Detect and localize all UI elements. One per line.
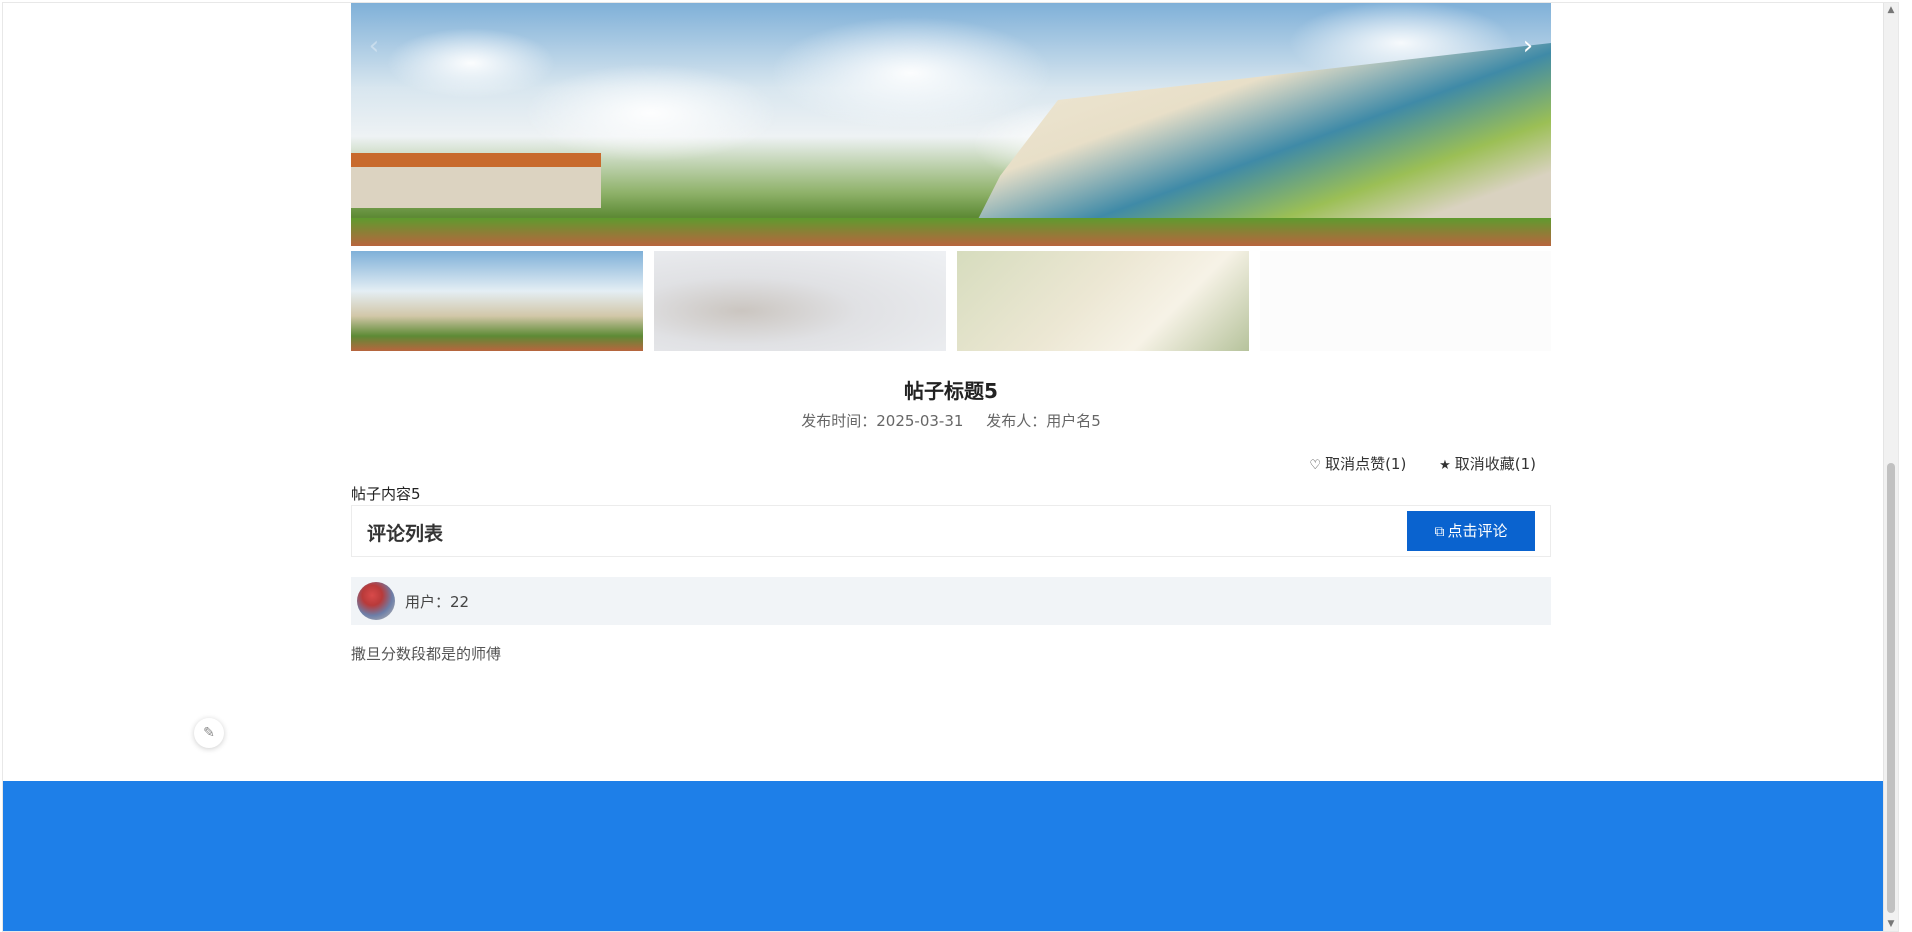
carousel-image-building xyxy=(351,153,601,208)
unfavorite-label: 取消收藏(1) xyxy=(1454,455,1536,473)
floating-edit-icon[interactable]: ✎ xyxy=(194,718,224,748)
unlike-label: 取消点赞(1) xyxy=(1325,455,1407,473)
page-scrollbar[interactable]: ▲ ▼ xyxy=(1883,3,1898,931)
edit-icon: ⧉ xyxy=(1434,524,1445,540)
carousel-image-field xyxy=(351,218,1551,246)
post-title: 帖子标题5 xyxy=(904,379,998,403)
comment-list-title: 评论列表 xyxy=(367,523,444,545)
thumbnail-stadium[interactable] xyxy=(351,251,643,351)
comment-text: 撒旦分数段都是的师傅 xyxy=(351,645,502,663)
add-comment-button[interactable]: ⧉ 点击评论 xyxy=(1407,511,1535,551)
post-actions: ♡ 取消点赞(1) ★ 取消收藏(1) xyxy=(351,453,1551,473)
carousel-prev-icon[interactable]: ‹ xyxy=(359,31,389,61)
thumbnail-blank[interactable] xyxy=(1260,251,1551,351)
carousel-next-icon[interactable]: › xyxy=(1513,31,1543,61)
post-meta: 发布时间：2025-03-31 发布人：用户名5 xyxy=(351,411,1551,431)
unlike-button[interactable]: ♡ 取消点赞(1) xyxy=(1309,455,1411,473)
footer xyxy=(3,781,1898,931)
unfavorite-button[interactable]: ★ 取消收藏(1) xyxy=(1439,455,1536,473)
scroll-down-icon[interactable]: ▼ xyxy=(1884,917,1898,931)
page: ‹ › 帖子标题5 发布时间：2025-03-31 发布人：用户名5 ♡ 取消点赞… xyxy=(2,2,1899,932)
star-icon: ★ xyxy=(1439,458,1451,473)
heart-icon: ♡ xyxy=(1309,458,1322,473)
post-author: 发布人：用户名5 xyxy=(986,412,1101,430)
thumbnail-fantasy-clouds[interactable] xyxy=(654,251,946,351)
post-content: 帖子内容5 xyxy=(351,485,421,503)
comment-item-header: 用户：22 xyxy=(351,577,1551,625)
comment-list-header: 评论列表 ⧉ 点击评论 xyxy=(351,505,1551,557)
image-carousel[interactable]: ‹ › xyxy=(351,3,1551,246)
thumbnail-book-and-cup[interactable] xyxy=(957,251,1249,351)
avatar xyxy=(357,582,395,620)
scroll-thumb[interactable] xyxy=(1887,463,1895,913)
main-content: ‹ › 帖子标题5 发布时间：2025-03-31 发布人：用户名5 ♡ 取消点赞… xyxy=(351,3,1551,664)
scroll-up-icon[interactable]: ▲ xyxy=(1884,3,1898,17)
publish-time: 发布时间：2025-03-31 xyxy=(801,412,964,430)
comment-user: 用户：22 xyxy=(405,593,470,611)
carousel-thumbnails xyxy=(351,251,1551,351)
add-comment-label: 点击评论 xyxy=(1447,522,1508,540)
